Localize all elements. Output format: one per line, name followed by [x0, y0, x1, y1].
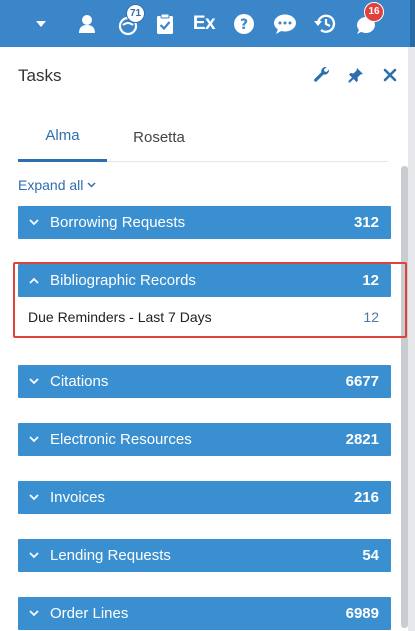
category-order-lines[interactable]: Order Lines 6989 [18, 597, 391, 630]
panel-title: Tasks [18, 66, 62, 85]
category-invoices[interactable]: Invoices 216 [18, 481, 391, 514]
task-row-due-reminders[interactable]: Due Reminders - Last 7 Days 12 [18, 302, 391, 332]
category-label: Bibliographic Records [50, 272, 196, 289]
history-icon[interactable] [310, 0, 340, 47]
scrollbar[interactable] [401, 166, 408, 628]
chevron-down-icon [18, 378, 50, 385]
notifications-badge: 71 [126, 4, 145, 23]
close-icon[interactable] [379, 64, 401, 86]
chat-icon[interactable] [270, 0, 300, 47]
alerts-badge: 16 [364, 2, 384, 22]
expand-all-link[interactable]: Expand all [18, 177, 96, 193]
toolbar-edge [410, 0, 415, 47]
chevron-down-icon [18, 436, 50, 443]
category-electronic-resources[interactable]: Electronic Resources 2821 [18, 423, 391, 456]
help-icon[interactable]: ? [230, 0, 258, 47]
pin-icon[interactable] [345, 64, 367, 86]
chevron-down-icon [18, 610, 50, 617]
chevron-up-icon [18, 277, 50, 284]
category-label: Borrowing Requests [50, 214, 186, 231]
tab-alma[interactable]: Alma [18, 112, 107, 162]
category-citations[interactable]: Citations 6677 [18, 365, 391, 398]
chevron-down-icon [18, 494, 50, 501]
category-count: 54 [362, 547, 379, 564]
top-toolbar: 71 Ex ? 16 [0, 0, 415, 47]
wrench-icon[interactable] [311, 64, 333, 86]
clipboard-check-icon[interactable] [152, 0, 178, 47]
category-bibliographic-records[interactable]: Bibliographic Records 12 [18, 264, 391, 297]
category-label: Citations [50, 373, 109, 390]
category-count: 216 [353, 489, 379, 506]
category-count: 312 [353, 214, 379, 231]
category-label: Invoices [50, 489, 106, 506]
category-label: Electronic Resources [50, 431, 192, 448]
category-label: Lending Requests [50, 547, 171, 564]
category-count: 6989 [345, 605, 379, 622]
category-lending-requests[interactable]: Lending Requests 54 [18, 539, 391, 572]
expand-all-label: Expand all [18, 177, 84, 193]
chevron-down-icon [18, 219, 50, 226]
user-icon[interactable] [74, 0, 100, 47]
ex-icon[interactable]: Ex [188, 0, 220, 47]
alerts-icon[interactable]: 16 [350, 0, 384, 47]
task-count: 12 [363, 309, 379, 325]
notifications-icon[interactable]: 71 [112, 0, 145, 47]
category-count: 12 [362, 272, 379, 289]
chevron-down-icon[interactable] [28, 0, 54, 47]
chevron-down-icon [18, 552, 50, 559]
task-label: Due Reminders - Last 7 Days [28, 309, 212, 325]
svg-text:?: ? [240, 17, 248, 33]
tab-rosetta[interactable]: Rosetta [117, 112, 201, 162]
category-count: 2821 [345, 431, 379, 448]
category-borrowing-requests[interactable]: Borrowing Requests 312 [18, 206, 391, 239]
category-label: Order Lines [50, 605, 129, 622]
category-count: 6677 [345, 373, 379, 390]
chevron-down-icon [87, 182, 96, 188]
tab-bar: Alma Rosetta [18, 112, 388, 162]
panel-border [408, 47, 415, 631]
